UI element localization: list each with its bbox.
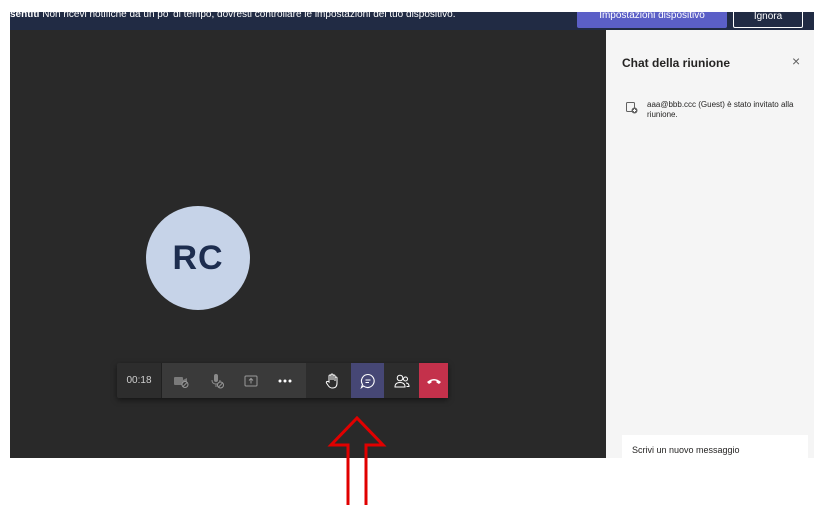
invite-icon	[626, 101, 638, 119]
hang-up-button[interactable]	[419, 363, 448, 398]
mic-off-icon	[209, 373, 225, 389]
more-icon	[278, 379, 292, 383]
camera-toggle-button[interactable]	[164, 363, 197, 398]
camera-off-icon	[173, 374, 189, 388]
share-screen-button[interactable]	[234, 363, 267, 398]
meeting-window: sentiti Non ricevi notifiche da un po' d…	[10, 12, 814, 458]
meeting-toolbar: 00:18	[117, 363, 448, 398]
show-chat-button[interactable]	[351, 363, 384, 398]
more-actions-button[interactable]	[268, 363, 301, 398]
participant-avatar: RC	[146, 206, 250, 310]
raise-hand-button[interactable]	[315, 363, 348, 398]
banner-text: sentiti Non ricevi notifiche da un po' d…	[10, 12, 455, 24]
banner-bold-text: sentiti	[10, 12, 40, 20]
new-message-input[interactable]: Scrivi un nuovo messaggio	[622, 435, 808, 458]
ignore-button[interactable]: Ignora	[733, 12, 803, 28]
notification-banner: sentiti Non ricevi notifiche da un po' d…	[10, 12, 814, 30]
banner-message: Non ricevi notifiche da un po' di tempo,…	[39, 12, 456, 20]
mic-toggle-button[interactable]	[200, 363, 233, 398]
annotation-arrow	[327, 416, 387, 505]
show-participants-button[interactable]	[385, 363, 418, 398]
close-icon[interactable]: ×	[792, 54, 800, 68]
chat-icon	[359, 373, 376, 389]
meeting-chat-panel: Chat della riunione × aaa@bbb.ccc (Guest…	[606, 30, 814, 458]
media-controls	[162, 363, 306, 398]
device-settings-button[interactable]: Impostazioni dispositivo	[577, 12, 727, 28]
invite-message-text: aaa@bbb.ccc (Guest) è stato invitato all…	[647, 100, 794, 119]
participants-icon	[393, 373, 410, 389]
raise-hand-icon	[325, 372, 339, 389]
share-screen-icon	[244, 375, 258, 387]
chat-panel-title: Chat della riunione	[622, 56, 731, 70]
hang-up-icon	[426, 377, 442, 385]
call-timer: 00:18	[117, 363, 162, 398]
